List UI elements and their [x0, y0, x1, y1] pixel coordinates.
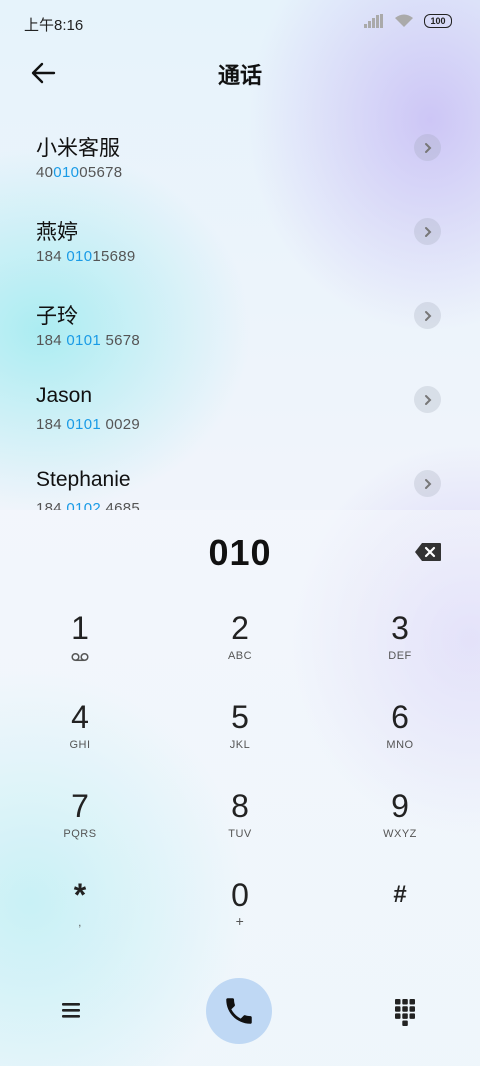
chevron-right-icon	[424, 142, 431, 153]
key-8[interactable]: 8 TUV	[180, 788, 300, 868]
dial-input[interactable]: 010	[0, 532, 480, 574]
key-hash[interactable]: #	[340, 877, 460, 957]
key-6[interactable]: 6 MNO	[340, 699, 460, 779]
key-letters: MNO	[386, 739, 414, 751]
dialpad-icon	[395, 999, 415, 1026]
key-digit: 2	[231, 610, 249, 646]
key-9[interactable]: 9 WXYZ	[340, 788, 460, 868]
key-letters: GHI	[69, 739, 91, 751]
header: 通话	[0, 44, 480, 104]
key-digit: 9	[391, 788, 409, 824]
key-5[interactable]: 5 JKL	[180, 699, 300, 779]
key-3[interactable]: 3 DEF	[340, 610, 460, 690]
contact-name: 小米客服	[36, 137, 120, 160]
dialpad-toggle-button[interactable]	[394, 998, 420, 1026]
key-digit: *	[73, 877, 87, 913]
key-digit: 8	[231, 788, 249, 824]
status-time: 上午8:16	[24, 17, 84, 34]
key-letters: ,	[78, 917, 82, 929]
call-button[interactable]	[206, 978, 272, 1044]
key-4[interactable]: 4 GHI	[20, 699, 140, 779]
contact-detail-button[interactable]	[414, 218, 441, 245]
key-0[interactable]: 0 +	[180, 877, 300, 957]
bottom-action-bar	[0, 978, 480, 1048]
key-digit: #	[393, 881, 407, 908]
contact-item[interactable]: 燕婷 184 01015689	[0, 204, 480, 288]
key-2[interactable]: 2 ABC	[180, 610, 300, 690]
contact-item[interactable]: Stephanie 184 0102 4685	[0, 456, 480, 510]
page-title: 通话	[217, 63, 262, 88]
key-digit: 6	[391, 699, 409, 735]
key-7[interactable]: 7 PQRS	[20, 788, 140, 868]
contact-item[interactable]: 小米客服 4001005678	[0, 120, 480, 204]
menu-button[interactable]	[60, 1000, 88, 1024]
contact-item[interactable]: Jason 184 0101 0029	[0, 372, 480, 456]
key-letters: WXYZ	[383, 828, 417, 840]
status-bar: 上午8:16 100	[0, 0, 480, 44]
backspace-button[interactable]	[414, 542, 442, 562]
backspace-icon	[415, 543, 441, 561]
menu-icon	[62, 1003, 80, 1018]
key-1[interactable]: 1	[20, 610, 140, 690]
signal-icon	[364, 14, 383, 28]
key-digit: 3	[391, 610, 409, 646]
phone-icon	[226, 998, 252, 1024]
contact-item[interactable]: 子玲 184 0101 5678	[0, 288, 480, 372]
key-digit: 1	[71, 610, 89, 646]
contact-number: 184 01015689	[36, 248, 136, 265]
key-letters: PQRS	[63, 828, 97, 840]
contact-detail-button[interactable]	[414, 470, 441, 497]
contact-number: 184 0101 0029	[36, 416, 141, 433]
contact-detail-button[interactable]	[414, 386, 441, 413]
contact-number: 4001005678	[36, 164, 123, 181]
key-letters: DEF	[388, 650, 412, 662]
contact-detail-button[interactable]	[414, 134, 441, 161]
contact-number: 184 0102 4685	[36, 500, 141, 510]
contact-name: Jason	[36, 384, 93, 407]
chevron-right-icon	[424, 310, 431, 321]
contact-suggestion-list: 小米客服 4001005678 燕婷 184 01015689 子玲 184 0…	[0, 120, 480, 510]
wifi-icon	[395, 14, 413, 27]
key-letters: TUV	[228, 828, 252, 840]
chevron-right-icon	[424, 394, 431, 405]
chevron-right-icon	[424, 226, 431, 237]
voicemail-icon	[71, 652, 89, 662]
contact-name: 子玲	[36, 305, 78, 328]
contact-detail-button[interactable]	[414, 302, 441, 329]
key-star[interactable]: * ,	[20, 877, 140, 957]
key-digit: 0	[231, 877, 249, 913]
contact-name: 燕婷	[36, 221, 78, 244]
status-icons: 100	[364, 14, 452, 28]
contact-number: 184 0101 5678	[36, 332, 141, 349]
key-digit: 7	[71, 788, 89, 824]
key-letters: +	[235, 913, 245, 929]
key-letters: JKL	[229, 739, 251, 751]
key-digit: 4	[71, 699, 89, 735]
chevron-right-icon	[424, 478, 431, 489]
key-digit: 5	[231, 699, 249, 735]
contact-name: Stephanie	[36, 468, 131, 491]
key-letters: ABC	[227, 650, 253, 662]
battery-indicator: 100	[424, 14, 452, 28]
